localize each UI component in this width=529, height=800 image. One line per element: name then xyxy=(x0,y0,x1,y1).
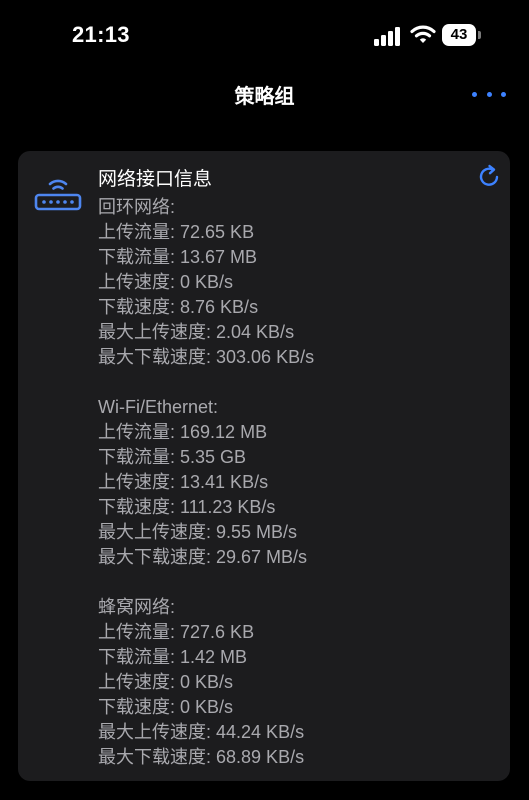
stat-value: 8.76 KB/s xyxy=(180,297,259,317)
wifi-icon xyxy=(410,25,436,43)
stat-label: 下载流量: xyxy=(98,647,176,667)
refresh-icon[interactable] xyxy=(476,163,502,189)
stat-label: 上传速度: xyxy=(98,472,176,492)
stat-value: 13.67 MB xyxy=(180,247,258,267)
ellipsis-icon xyxy=(501,91,506,97)
stat-line: 上传速度: 0 KB/s xyxy=(98,270,498,295)
stat-line: 下载速度: 8.76 KB/s xyxy=(98,295,498,320)
stat-label: 下载速度: xyxy=(98,697,176,717)
stat-label: 最大上传速度: xyxy=(98,522,212,542)
stat-value: 5.35 GB xyxy=(180,447,247,467)
status-time: 21:13 xyxy=(72,22,130,47)
stat-value: 2.04 KB/s xyxy=(216,322,295,342)
stat-label: 上传流量: xyxy=(98,422,176,442)
stat-value: 0 KB/s xyxy=(180,672,234,692)
stat-label: 下载速度: xyxy=(98,297,176,317)
stat-label: 下载流量: xyxy=(98,247,176,267)
stat-line: 最大下载速度: 68.89 KB/s xyxy=(98,745,498,770)
stat-label: 最大下载速度: xyxy=(98,347,212,367)
cellular-section: 蜂窝网络: 上传流量: 727.6 KB 下载流量: 1.42 MB 上传速度: 0 … xyxy=(98,595,498,770)
stat-line: 上传流量: 72.65 KB xyxy=(98,220,498,245)
stat-line: 上传速度: 0 KB/s xyxy=(98,670,498,695)
stat-value: 111.23 KB/s xyxy=(180,497,276,517)
stat-label: 下载流量: xyxy=(98,447,176,467)
stat-label: 下载速度: xyxy=(98,497,176,517)
stat-value: 29.67 MB/s xyxy=(216,547,308,567)
status-bar: 21:13 43 xyxy=(0,0,529,70)
stat-line: 上传速度: 13.41 KB/s xyxy=(98,470,498,495)
stat-line: 最大下载速度: 303.06 KB/s xyxy=(98,345,498,370)
network-interface-card: 网络接口信息 回环网络: 上传流量: 72.65 KB 下载流量: 13.67 MB… xyxy=(18,151,510,781)
more-button[interactable] xyxy=(472,84,506,104)
battery-level: 43 xyxy=(450,26,468,43)
stat-value: 727.6 KB xyxy=(180,622,255,642)
stat-value: 72.65 KB xyxy=(180,222,255,242)
wifi-ethernet-section: Wi-Fi/Ethernet: 上传流量: 169.12 MB 下载流量: 5.35… xyxy=(98,395,498,570)
stat-value: 68.89 KB/s xyxy=(216,747,305,767)
stat-value: 1.42 MB xyxy=(180,647,248,667)
stat-line: 最大下载速度: 29.67 MB/s xyxy=(98,545,498,570)
stat-value: 303.06 KB/s xyxy=(216,347,315,367)
stat-label: 最大上传速度: xyxy=(98,322,212,342)
stat-value: 44.24 KB/s xyxy=(216,722,305,742)
card-body: 回环网络: 上传流量: 72.65 KB 下载流量: 13.67 MB 上传速度: 0… xyxy=(98,195,498,795)
stat-line: 下载流量: 5.35 GB xyxy=(98,445,498,470)
section-header: Wi-Fi/Ethernet: xyxy=(98,397,219,417)
page-title: 策略组 xyxy=(234,86,295,108)
stat-line: 下载流量: 1.42 MB xyxy=(98,645,498,670)
router-icon xyxy=(34,179,82,211)
cellular-signal-icon xyxy=(374,27,400,46)
stat-value: 0 KB/s xyxy=(180,272,234,292)
stat-label: 最大上传速度: xyxy=(98,722,212,742)
stat-label: 上传速度: xyxy=(98,272,176,292)
card-title: 网络接口信息 xyxy=(98,169,213,190)
ellipsis-icon xyxy=(472,91,477,97)
stat-value: 0 KB/s xyxy=(180,697,234,717)
section-header: 蜂窝网络: xyxy=(98,597,176,617)
stat-label: 上传流量: xyxy=(98,222,176,242)
stat-line: 最大上传速度: 2.04 KB/s xyxy=(98,320,498,345)
stat-line: 下载速度: 0 KB/s xyxy=(98,695,498,720)
section-header: 回环网络: xyxy=(98,197,176,217)
stat-value: 9.55 MB/s xyxy=(216,522,298,542)
ellipsis-icon xyxy=(486,91,492,97)
stat-line: 最大上传速度: 9.55 MB/s xyxy=(98,520,498,545)
stat-line: 下载速度: 111.23 KB/s xyxy=(98,495,498,520)
stat-label: 上传流量: xyxy=(98,622,176,642)
stat-value: 169.12 MB xyxy=(180,422,268,442)
stat-line: 最大上传速度: 44.24 KB/s xyxy=(98,720,498,745)
battery-tip xyxy=(478,31,481,39)
stat-label: 上传速度: xyxy=(98,672,176,692)
loopback-section: 回环网络: 上传流量: 72.65 KB 下载流量: 13.67 MB 上传速度: 0… xyxy=(98,195,498,370)
stat-line: 上传流量: 169.12 MB xyxy=(98,420,498,445)
stat-line: 下载流量: 13.67 MB xyxy=(98,245,498,270)
stat-label: 最大下载速度: xyxy=(98,547,212,567)
battery-icon: 43 xyxy=(442,24,482,46)
stat-label: 最大下载速度: xyxy=(98,747,212,767)
stat-line: 上传流量: 727.6 KB xyxy=(98,620,498,645)
stat-value: 13.41 KB/s xyxy=(180,472,269,492)
